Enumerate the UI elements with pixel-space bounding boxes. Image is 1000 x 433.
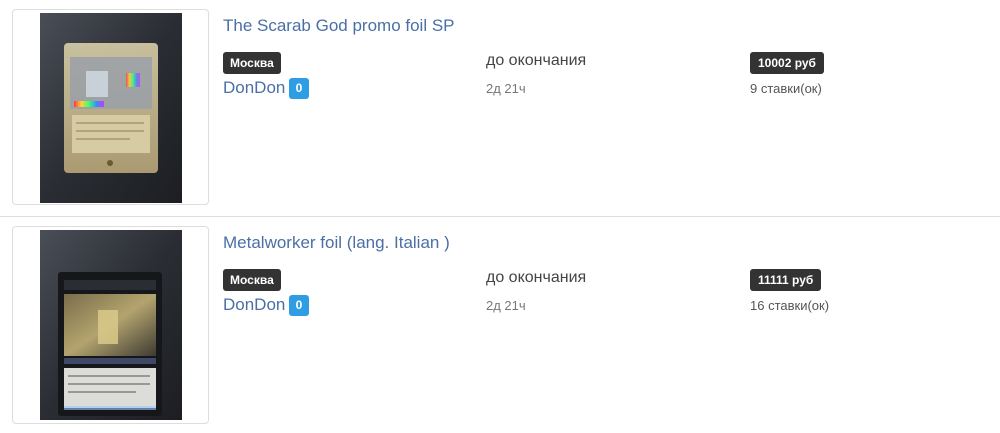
until-end-label: до окончания [486,52,587,69]
city-badge: Москва [223,269,281,291]
city-badge: Москва [223,52,281,74]
seller-rating-badge: 0 [289,295,309,316]
seller-rating-badge: 0 [289,78,309,99]
seller-link[interactable]: DonDon [223,78,285,98]
card-photo [40,230,182,420]
lot-title[interactable]: Metalworker foil (lang. Italian ) [223,233,450,253]
lot-item: Metalworker foil (lang. Italian ) Москва… [0,217,1000,433]
time-left: 2д 21ч [486,298,526,313]
until-end-label: до окончания [486,269,587,286]
time-left: 2д 21ч [486,81,526,96]
lot-item: The Scarab God promo foil SP Москва DonD… [0,0,1000,217]
auction-list: The Scarab God promo foil SP Москва DonD… [0,0,1000,433]
lot-title[interactable]: The Scarab God promo foil SP [223,16,455,36]
lot-thumbnail[interactable] [12,226,209,424]
price-badge: 11111 руб [750,269,822,291]
bid-count: 16 ставки(ок) [750,298,830,313]
price-badge: 10002 руб [750,52,824,74]
card-photo [40,13,182,203]
lot-thumbnail[interactable] [12,9,209,205]
bid-count: 9 ставки(ок) [750,81,822,96]
seller-link[interactable]: DonDon [223,295,285,315]
